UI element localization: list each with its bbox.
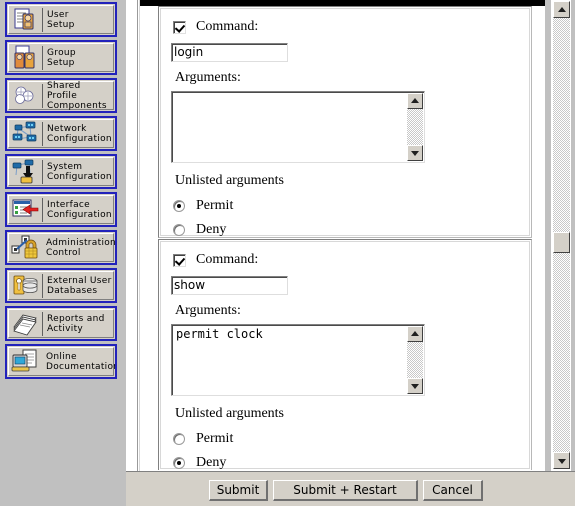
scrollbar-track[interactable] <box>407 342 423 378</box>
sidebar-item-label: Reports and Activity <box>47 313 105 334</box>
sidebar-item-label: User Setup <box>47 9 75 30</box>
unlisted-arguments-label-2: Unlisted arguments <box>175 406 285 421</box>
submit-restart-button[interactable]: Submit + Restart <box>273 480 418 501</box>
arguments-label-2: Arguments: <box>175 303 241 318</box>
external-user-databases-icon <box>11 272 41 300</box>
sidebar-item-shared-profile-components[interactable]: Shared Profile Components <box>5 78 117 113</box>
sidebar-item-interface-configuration[interactable]: Interface Configuration <box>5 192 117 227</box>
form-scroll-pane: Command: login Arguments: Unlisted argum… <box>140 6 545 470</box>
submit-button[interactable]: Submit <box>209 480 268 501</box>
sidebar-item-label: Online Documentation <box>46 351 117 372</box>
sidebar-item-group-setup[interactable]: Group Setup <box>5 40 117 75</box>
nav-separator <box>42 311 43 336</box>
nav-separator <box>42 159 43 184</box>
arguments-scrollbar-2[interactable] <box>407 326 423 394</box>
sidebar-item-label: System Configuration <box>47 161 112 182</box>
sidebar-item-user-setup[interactable]: User Setup <box>5 2 117 37</box>
network-configuration-icon <box>11 120 41 148</box>
window-right-edge <box>571 0 575 506</box>
command-checkbox-row-2[interactable]: Command: <box>173 252 258 268</box>
command-checkbox-label: Command: <box>196 252 259 267</box>
sidebar-item-label: Shared Profile Components <box>46 80 107 111</box>
page-scroll-down-button[interactable] <box>553 452 570 469</box>
bottom-left-filler <box>0 471 126 506</box>
user-setup-icon <box>11 6 41 34</box>
sidebar-item-system-configuration[interactable]: System Configuration <box>5 154 117 189</box>
arguments-textarea-2[interactable]: permit clock <box>171 324 425 396</box>
acs-admin-window: User Setup Group Setup Shared Profile Co… <box>0 0 575 506</box>
panel-divider <box>126 0 140 506</box>
sidebar-item-label: Administration Control <box>46 237 117 258</box>
reports-and-activity-icon <box>11 310 41 338</box>
deny-radio-row-1[interactable]: Deny <box>173 222 226 238</box>
arguments-textarea-1[interactable] <box>171 91 425 163</box>
command-input-2[interactable]: show <box>171 276 288 295</box>
sidebar-item-online-documentation[interactable]: Online Documentation <box>5 344 117 379</box>
nav-separator <box>42 121 43 146</box>
sidebar-item-administration-control[interactable]: Administration Control <box>5 230 117 265</box>
command-input-1[interactable]: login <box>171 43 288 62</box>
sidebar-item-network-configuration[interactable]: Network Configuration <box>5 116 117 151</box>
nav-separator <box>42 7 43 32</box>
command-checkbox[interactable] <box>173 253 186 267</box>
scrollbar-track[interactable] <box>407 109 423 145</box>
administration-control-icon <box>11 234 41 262</box>
nav-separator <box>42 45 43 70</box>
scroll-down-button[interactable] <box>407 378 423 394</box>
unlisted-arguments-label-1: Unlisted arguments <box>175 173 285 188</box>
permit-radio-label-2: Permit <box>196 431 234 446</box>
sidebar-item-label: Interface Configuration <box>47 199 112 220</box>
deny-radio-2[interactable] <box>173 457 185 469</box>
command-checkbox-label: Command: <box>196 19 259 34</box>
deny-radio-1[interactable] <box>173 224 185 236</box>
group-setup-icon <box>11 44 41 72</box>
permit-radio-2[interactable] <box>173 433 185 445</box>
deny-radio-label-1: Deny <box>196 222 227 237</box>
sidebar: User Setup Group Setup Shared Profile Co… <box>0 0 126 506</box>
command-group-2: Command: show Arguments: permit clock Un… <box>158 239 532 470</box>
page-scroll-up-button[interactable] <box>553 1 570 18</box>
scroll-up-button[interactable] <box>407 326 423 342</box>
system-configuration-icon <box>11 158 41 186</box>
scroll-down-button[interactable] <box>407 145 423 161</box>
nav-separator <box>42 273 43 298</box>
command-checkbox-row-1[interactable]: Command: <box>173 19 258 35</box>
permit-radio-row-2[interactable]: Permit <box>173 431 233 447</box>
interface-configuration-icon <box>11 196 41 224</box>
nav-separator <box>42 197 43 222</box>
sidebar-item-reports-and-activity[interactable]: Reports and Activity <box>5 306 117 341</box>
arguments-label-1: Arguments: <box>175 70 241 85</box>
cancel-button[interactable]: Cancel <box>423 480 483 501</box>
page-scrollbar[interactable] <box>551 0 571 471</box>
sidebar-item-label: Network Configuration <box>47 123 112 144</box>
permit-radio-label-1: Permit <box>196 198 234 213</box>
sidebar-item-label: Group Setup <box>47 47 76 68</box>
online-documentation-icon <box>11 348 41 376</box>
content-area: Command: login Arguments: Unlisted argum… <box>140 0 545 506</box>
command-checkbox[interactable] <box>173 20 186 34</box>
shared-profile-components-icon <box>11 82 41 110</box>
action-button-bar: Submit Submit + Restart Cancel <box>126 471 575 506</box>
sidebar-item-external-user-databases[interactable]: External User Databases <box>5 268 117 303</box>
arguments-text-2: permit clock <box>176 327 263 341</box>
sidebar-item-label: External User Databases <box>47 275 112 296</box>
arguments-scrollbar-1[interactable] <box>407 93 423 161</box>
nav-separator <box>42 83 43 108</box>
command-group-1: Command: login Arguments: Unlisted argum… <box>158 6 532 238</box>
deny-radio-row-2[interactable]: Deny <box>173 455 226 470</box>
permit-radio-1[interactable] <box>173 200 185 212</box>
scroll-up-button[interactable] <box>407 93 423 109</box>
deny-radio-label-2: Deny <box>196 455 227 470</box>
permit-radio-row-1[interactable]: Permit <box>173 198 233 214</box>
page-scrollbar-thumb[interactable] <box>553 232 570 253</box>
